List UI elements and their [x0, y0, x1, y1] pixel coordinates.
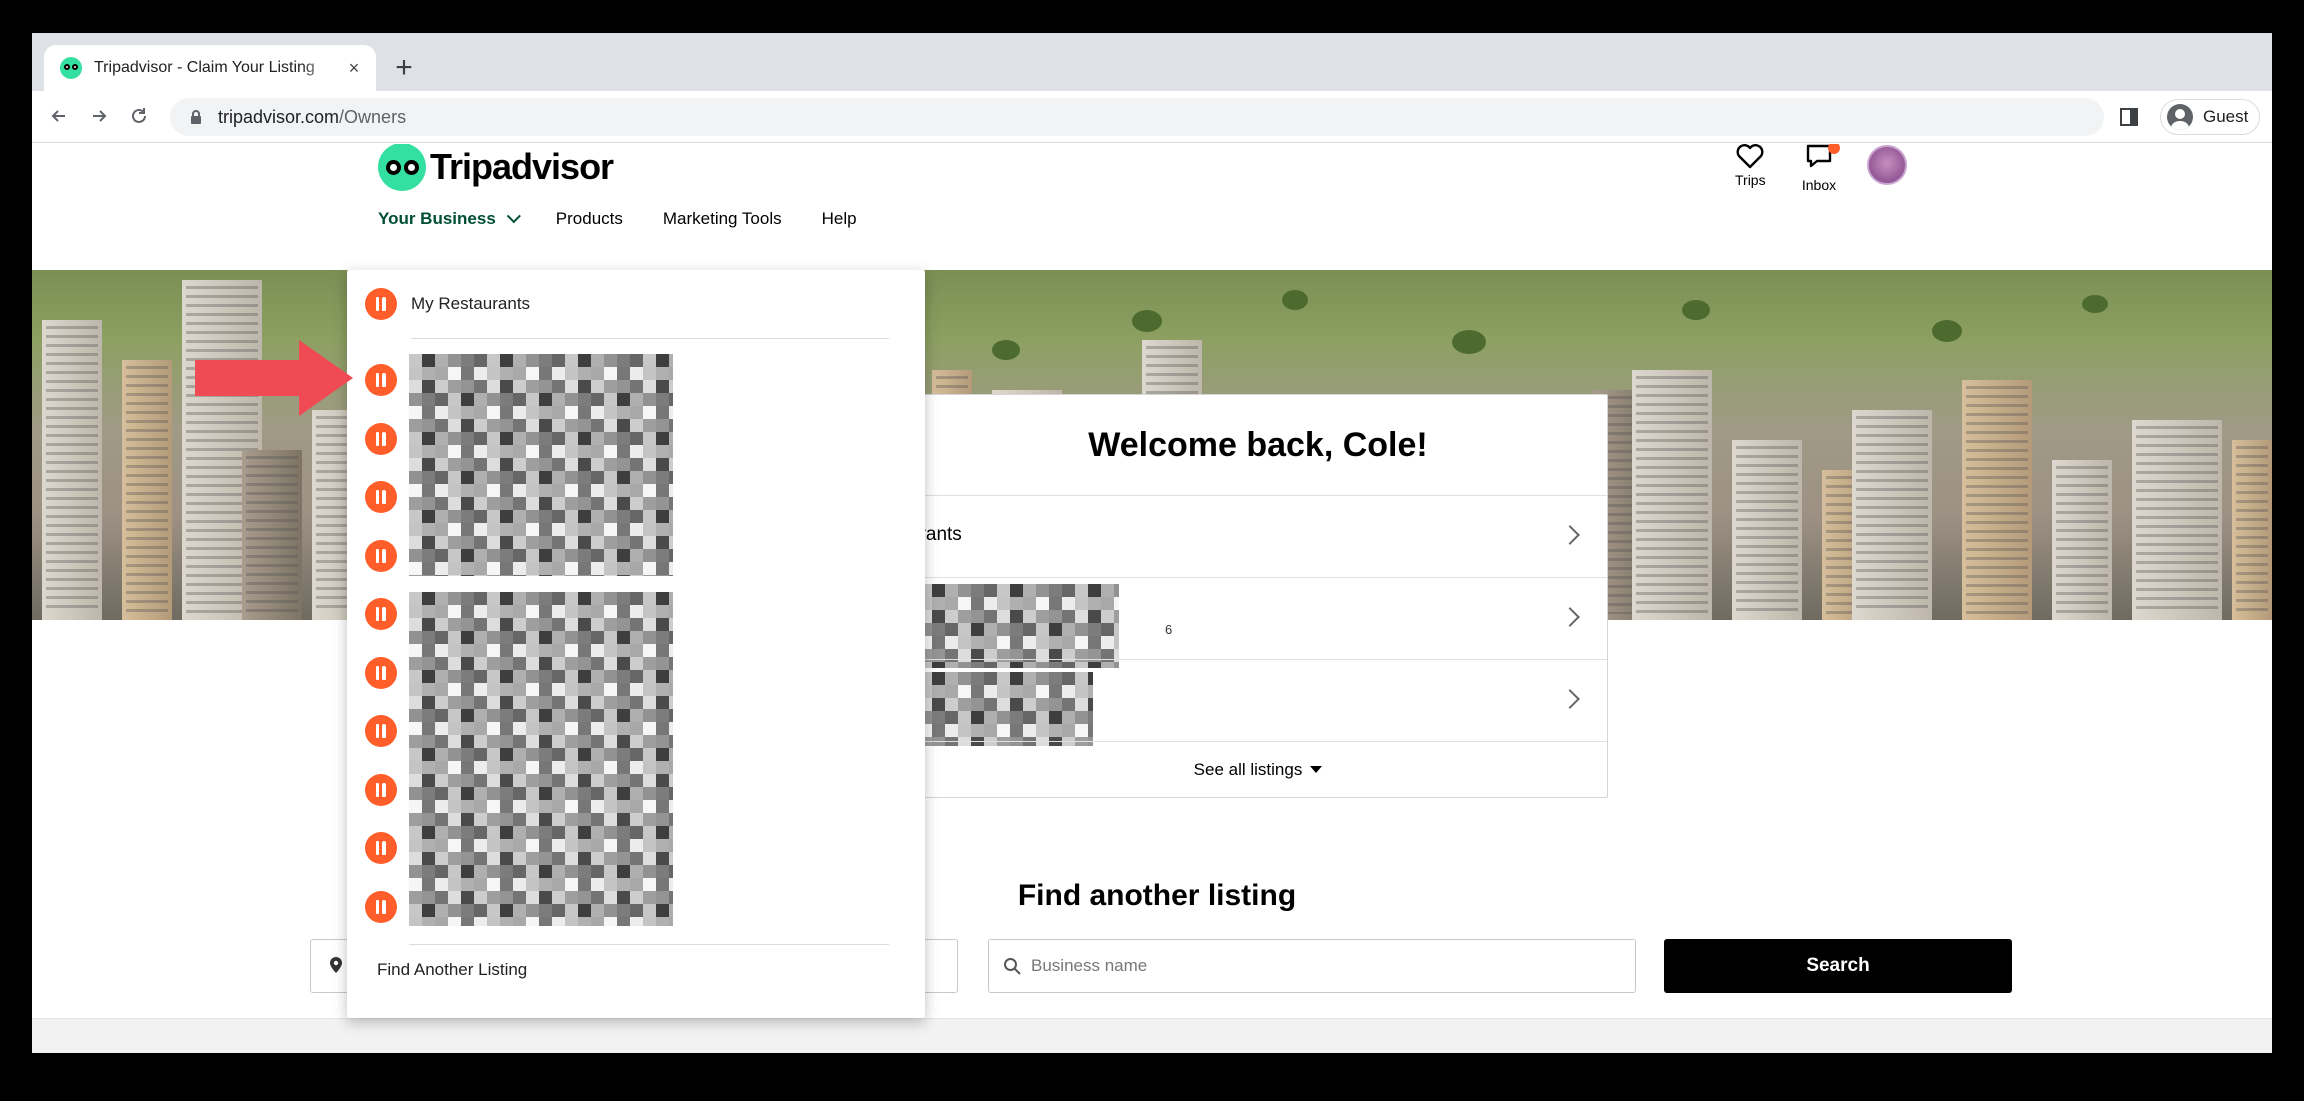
restaurant-icon[interactable] — [365, 774, 397, 806]
caret-down-icon — [1310, 766, 1323, 773]
footer — [32, 1018, 2272, 1053]
url-domain: tripadvisor.com — [218, 106, 340, 127]
inbox-link[interactable]: Inbox — [1794, 144, 1844, 193]
my-restaurants-row[interactable]: urants — [909, 495, 1607, 577]
search-button[interactable]: Search — [1664, 939, 2012, 993]
browser-toolbar: tripadvisor.com/Owners Guest — [32, 91, 2272, 143]
url-text: tripadvisor.com/Owners — [218, 107, 406, 128]
tab-strip: Tripadvisor - Claim Your Listing × + — [32, 33, 2272, 91]
forward-icon[interactable] — [84, 101, 114, 131]
chevron-right-icon — [1560, 607, 1580, 627]
redacted-block — [409, 592, 673, 926]
user-avatar[interactable] — [1867, 145, 1907, 185]
listing-row[interactable]: S < 6 — [909, 577, 1607, 668]
browser-tab[interactable]: Tripadvisor - Claim Your Listing × — [44, 45, 376, 91]
chevron-down-icon — [506, 209, 521, 224]
find-another-listing-link[interactable]: Find Another Listing — [377, 960, 527, 980]
my-restaurants-label: My Restaurants — [411, 294, 531, 313]
welcome-title: Welcome back, Cole! — [1088, 425, 1428, 464]
guest-avatar-icon — [2167, 104, 2193, 130]
back-icon[interactable] — [44, 101, 74, 131]
profile-label: Guest — [2203, 107, 2249, 126]
your-business-dropdown: My Restaurants Find Another Listing — [347, 270, 925, 1018]
restaurant-icon[interactable] — [365, 891, 397, 923]
browser-window: Tripadvisor - Claim Your Listing × + tri… — [32, 33, 2272, 1053]
side-panel-icon[interactable] — [2117, 105, 2141, 129]
logo-text: Tripadvisor — [430, 146, 614, 187]
site-header: Tripadvisor Trips Inbox Your Business Pr… — [32, 144, 2272, 270]
redacted-block — [919, 584, 1119, 668]
url-path: /Owners — [339, 106, 407, 127]
restaurant-icon[interactable] — [365, 657, 397, 689]
heart-icon — [1736, 144, 1764, 169]
nav-your-business[interactable]: Your Business — [378, 209, 521, 229]
reload-icon[interactable] — [124, 101, 154, 131]
annotation-arrow-icon — [195, 340, 353, 416]
restaurant-icon[interactable] — [365, 481, 397, 513]
inbox-label: Inbox — [1801, 177, 1837, 193]
business-name-input[interactable]: Business name — [988, 939, 1636, 993]
tripadvisor-favicon-icon — [60, 57, 82, 79]
trips-link[interactable]: Trips — [1735, 144, 1766, 188]
listing-row[interactable]: u — [909, 659, 1607, 746]
redacted-block — [919, 672, 1093, 746]
tripadvisor-logo[interactable]: Tripadvisor — [378, 144, 614, 191]
business-name-placeholder: Business name — [1031, 956, 1148, 975]
welcome-card: Welcome back, Cole! urants S < 6 u See a… — [908, 394, 1608, 798]
restaurant-icon[interactable] — [365, 715, 397, 747]
search-icon — [1004, 958, 1021, 975]
notification-dot — [1828, 144, 1840, 154]
new-tab-button[interactable]: + — [388, 53, 420, 85]
nav-help[interactable]: Help — [822, 209, 857, 229]
restaurant-icon[interactable] — [365, 832, 397, 864]
see-all-label: See all listings — [1193, 759, 1303, 779]
address-bar[interactable]: tripadvisor.com/Owners — [170, 98, 2104, 136]
nav-your-business-label: Your Business — [378, 209, 496, 228]
owl-logo-icon — [378, 144, 426, 191]
dropdown-item-my-restaurants[interactable]: My Restaurants — [347, 270, 925, 338]
dropdown-divider — [409, 944, 889, 945]
restaurant-icon[interactable] — [365, 598, 397, 630]
page-content: Tripadvisor Trips Inbox Your Business Pr… — [32, 144, 2272, 1053]
chevron-right-icon — [1560, 525, 1580, 545]
main-nav: Your Business Products Marketing Tools H… — [378, 204, 897, 234]
redacted-block — [409, 354, 673, 576]
restaurant-icon — [365, 288, 397, 320]
dropdown-divider — [411, 338, 889, 339]
chevron-right-icon — [1560, 689, 1580, 709]
nav-products[interactable]: Products — [556, 209, 623, 229]
lock-icon — [191, 110, 201, 124]
restaurant-icon[interactable] — [365, 423, 397, 455]
profile-button[interactable]: Guest — [2160, 99, 2260, 135]
trips-label: Trips — [1735, 172, 1766, 188]
restaurant-icon[interactable] — [365, 540, 397, 572]
see-all-listings-button[interactable]: See all listings — [909, 741, 1607, 797]
tab-title: Tripadvisor - Claim Your Listing — [94, 59, 315, 76]
close-tab-icon[interactable]: × — [344, 58, 364, 78]
location-pin-icon — [330, 957, 342, 973]
listing-sub-right: 6 — [1165, 622, 1173, 637]
nav-marketing-tools[interactable]: Marketing Tools — [663, 209, 782, 229]
